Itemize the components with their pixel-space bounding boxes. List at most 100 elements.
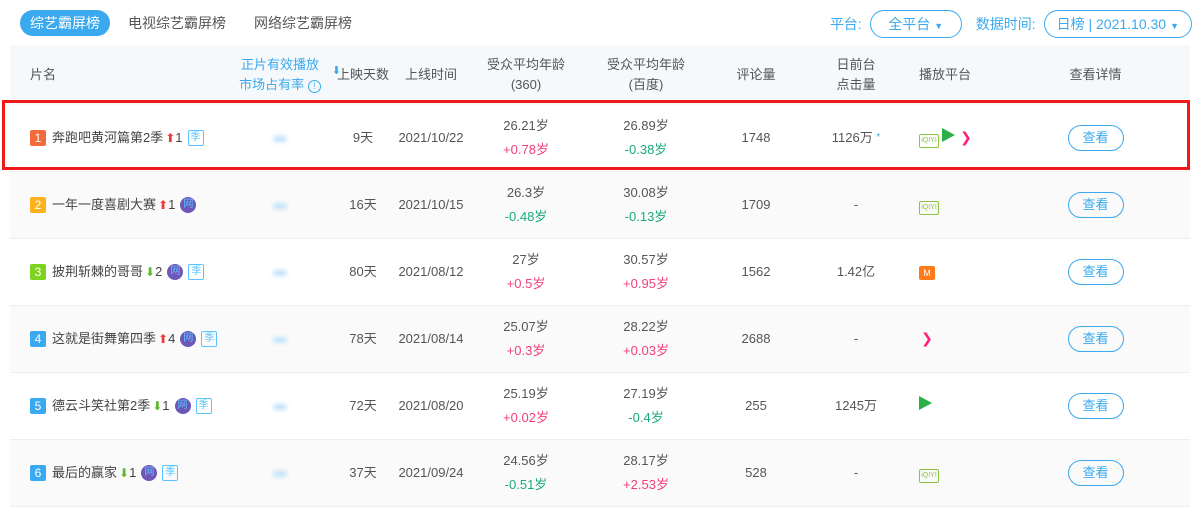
clicks-cell: - bbox=[801, 463, 911, 483]
age-delta: -0.51岁 bbox=[504, 477, 548, 492]
age-delta: +0.5岁 bbox=[506, 276, 546, 291]
col-days: 上映天数 bbox=[336, 67, 389, 82]
clicks-value: - bbox=[853, 331, 859, 346]
rank-change: 1 bbox=[129, 465, 137, 480]
days-cell: 78天 bbox=[349, 331, 377, 346]
view-button[interactable]: 查看 bbox=[1067, 125, 1124, 151]
age-value: 30.57岁 bbox=[623, 252, 669, 267]
age-value: 24.56岁 bbox=[503, 453, 549, 468]
rank-badge: 2 bbox=[30, 197, 46, 213]
rank-change: 2 bbox=[155, 264, 163, 279]
show-name[interactable]: 一年一度喜剧大赛 bbox=[52, 195, 156, 215]
show-name-cell: 4 这就是街舞第四季 ⬆ 4 网 季 bbox=[10, 329, 225, 349]
rank-badge: 6 bbox=[30, 465, 46, 481]
tab-tv-variety[interactable]: 电视综艺霸屏榜 bbox=[118, 10, 236, 36]
season-badge: 季 bbox=[188, 264, 205, 280]
show-name-cell: 2 一年一度喜剧大赛 ⬆ 1 网 bbox=[10, 195, 225, 215]
age-baidu-cell: 27.19岁 -0.4岁 bbox=[581, 384, 711, 428]
tab-web-variety[interactable]: 网络综艺霸屏榜 bbox=[244, 10, 362, 36]
comments-cell: 528 bbox=[745, 465, 767, 480]
clicks-cell: 1126万 * bbox=[801, 128, 911, 148]
age-value: 25.19岁 bbox=[503, 386, 549, 401]
h: (百度) bbox=[628, 77, 664, 92]
platforms-cell: ❯ bbox=[911, 329, 1001, 349]
market-share-cell bbox=[225, 463, 335, 483]
chart-tabs: 综艺霸屏榜 电视综艺霸屏榜 网络综艺霸屏榜 bbox=[20, 10, 362, 36]
col-name: 片名 bbox=[30, 67, 57, 82]
season-badge: 季 bbox=[162, 465, 179, 481]
market-share-cell bbox=[225, 262, 335, 282]
show-name[interactable]: 披荆斩棘的哥哥 bbox=[52, 262, 143, 282]
view-button[interactable]: 查看 bbox=[1067, 259, 1124, 285]
blurred-value bbox=[273, 471, 287, 477]
sort-desc-icon[interactable]: ⬇ bbox=[332, 61, 341, 81]
star-mark: * bbox=[876, 132, 881, 143]
iqiyi-icon: iQIYI bbox=[919, 469, 939, 483]
clicks-cell: - bbox=[801, 195, 911, 215]
detail-cell: 查看 bbox=[1001, 259, 1190, 285]
days-cell: 80天 bbox=[349, 264, 377, 279]
show-name[interactable]: 最后的赢家 bbox=[52, 463, 117, 483]
youku-icon: ❯ bbox=[921, 330, 933, 346]
web-badge: 网 bbox=[174, 398, 191, 414]
date-cell: 2021/09/24 bbox=[398, 465, 464, 480]
date-value: 日榜 | 2021.10.30 bbox=[1056, 16, 1167, 32]
detail-cell: 查看 bbox=[1001, 460, 1190, 486]
iqiyi-icon: iQIYI bbox=[919, 134, 939, 148]
rank-badge: 4 bbox=[30, 331, 46, 347]
view-button[interactable]: 查看 bbox=[1067, 326, 1124, 352]
age-delta: -0.38岁 bbox=[624, 142, 668, 157]
age-value: 26.89岁 bbox=[623, 118, 669, 133]
tab-variety[interactable]: 综艺霸屏榜 bbox=[20, 10, 110, 36]
iqiyi-icon: iQIYI bbox=[919, 201, 939, 215]
age-value: 26.3岁 bbox=[506, 185, 546, 200]
arrow-up-icon: ⬆ bbox=[158, 332, 169, 346]
platforms-cell: M bbox=[911, 262, 1001, 282]
clicks-value: 1245万 bbox=[835, 398, 877, 413]
season-badge: 季 bbox=[187, 130, 204, 146]
view-button[interactable]: 查看 bbox=[1067, 460, 1124, 486]
age-value: 28.22岁 bbox=[623, 319, 669, 334]
col-market-share[interactable]: 正片有效播放 市场占有率 ! ⬇ bbox=[225, 55, 341, 95]
clicks-cell: 1245万 bbox=[801, 396, 911, 416]
age-value: 28.17岁 bbox=[623, 453, 669, 468]
days-cell: 9天 bbox=[352, 130, 374, 145]
date-cell: 2021/10/22 bbox=[398, 130, 464, 145]
market-share-cell bbox=[225, 396, 335, 416]
filters: 平台: 全平台 ▼ 数据时间: 日榜 | 2021.10.30 ▼ bbox=[830, 10, 1192, 38]
show-name[interactable]: 奔跑吧黄河篇第2季 bbox=[52, 128, 163, 148]
view-button[interactable]: 查看 bbox=[1067, 192, 1124, 218]
age-value: 26.21岁 bbox=[503, 118, 549, 133]
table-row[interactable]: 2 一年一度喜剧大赛 ⬆ 1 网 16天 2021/10/15 26.3岁 -0.… bbox=[10, 172, 1190, 239]
table-row[interactable]: 3 披荆斩棘的哥哥 ⬇ 2 网 季 80天 2021/08/12 27岁 +0.5… bbox=[10, 239, 1190, 306]
show-name[interactable]: 这就是街舞第四季 bbox=[52, 329, 156, 349]
date-cell: 2021/08/12 bbox=[398, 264, 464, 279]
info-icon[interactable]: ! bbox=[307, 80, 321, 93]
rank-change: 1 bbox=[175, 130, 183, 145]
web-badge: 网 bbox=[180, 197, 197, 213]
days-cell: 37天 bbox=[349, 465, 377, 480]
table-row[interactable]: 6 最后的赢家 ⬇ 1 网 季 37天 2021/09/24 24.56岁 -0.… bbox=[10, 440, 1190, 507]
platform-select[interactable]: 全平台 ▼ bbox=[869, 10, 962, 38]
age-delta: -0.48岁 bbox=[504, 209, 548, 224]
col-market-share-l1: 正片有效播放 bbox=[240, 57, 319, 72]
view-button[interactable]: 查看 bbox=[1067, 393, 1124, 419]
age-baidu-cell: 28.22岁 +0.03岁 bbox=[581, 317, 711, 361]
table-row[interactable]: 5 德云斗笑社第2季 ⬇ 1 网 季 72天 2021/08/20 25.19岁… bbox=[10, 373, 1190, 440]
clicks-cell: 1.42亿 bbox=[801, 262, 911, 282]
comments-cell: 1709 bbox=[741, 197, 771, 212]
date-select[interactable]: 日榜 | 2021.10.30 ▼ bbox=[1043, 10, 1192, 38]
col-clicks: 日前台 点击量 bbox=[801, 55, 911, 95]
col-date: 上线时间 bbox=[404, 67, 457, 82]
show-name[interactable]: 德云斗笑社第2季 bbox=[52, 396, 150, 416]
age-baidu-cell: 30.08岁 -0.13岁 bbox=[581, 183, 711, 227]
table-row[interactable]: 1 奔跑吧黄河篇第2季 ⬆ 1 季 9天 2021/10/22 26.21岁 +0… bbox=[10, 105, 1190, 172]
table-row[interactable]: 4 这就是街舞第四季 ⬆ 4 网 季 78天 2021/08/14 25.07岁… bbox=[10, 306, 1190, 373]
comments-cell: 1748 bbox=[741, 130, 771, 145]
season-badge: 季 bbox=[195, 398, 212, 414]
date-label: 数据时间: bbox=[975, 16, 1036, 32]
rank-badge: 3 bbox=[30, 264, 46, 280]
days-cell: 72天 bbox=[349, 398, 377, 413]
blurred-value bbox=[273, 203, 287, 209]
rank-change: 1 bbox=[168, 197, 176, 212]
